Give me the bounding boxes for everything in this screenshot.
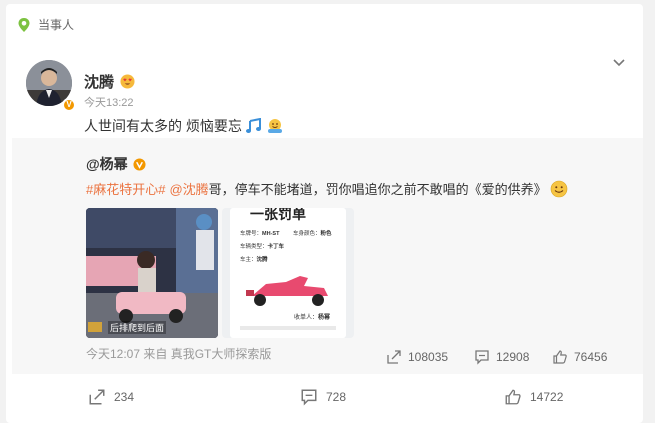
heart-eyes-emoji-icon (120, 74, 135, 89)
ticket-owner: 沈腾 (256, 257, 268, 263)
comment-icon (475, 350, 489, 365)
repost-like-button[interactable]: 76456 (552, 349, 607, 365)
ticket-color-label: 车身颜色： (292, 231, 321, 237)
hashtag-link[interactable]: #麻花特开心# (86, 179, 165, 198)
share-icon (387, 350, 401, 364)
repost-text-content: 哥，停车不能堵道，罚你唱追你之前不敢唱的《爱的供养》 (208, 182, 547, 197)
post-text: 人世间有太多的 烦恼要忘 (84, 116, 284, 136)
thumbs-up-icon (553, 350, 567, 364)
ticket-owner-label: 车主： (240, 257, 257, 263)
ticket-car-no: MH-ST (262, 231, 280, 237)
share-count: 234 (114, 390, 135, 404)
repost-comment-button[interactable]: 12908 (474, 349, 529, 365)
ticket-type: 卡丁车 (267, 244, 285, 250)
repost-author: @杨幂 (86, 154, 146, 174)
comment-icon (301, 389, 317, 406)
verified-badge-icon: V (62, 98, 76, 112)
tag-label: 当事人 (38, 18, 75, 32)
ticket-type-label: 车辆类型： (240, 244, 268, 250)
share-icon (89, 389, 105, 405)
post-text-content: 人世间有太多的 烦恼要忘 (84, 118, 242, 134)
image-thumbnail-2[interactable]: 一张罚单 车牌号：MH-ST 车身颜色：粉色 车辆类型：卡丁车 车主：沈腾 收单… (222, 208, 354, 338)
tag-bar: 当事人 (16, 16, 74, 33)
hugging-emoji-icon (267, 119, 282, 133)
thumbs-up-icon (505, 389, 521, 405)
ticket-title: 一张罚单 (250, 208, 306, 222)
comment-count: 728 (326, 390, 347, 404)
post-author: 沈腾 (84, 71, 135, 92)
author-name[interactable]: 沈腾 (84, 71, 114, 92)
kart-illustration-icon (246, 276, 328, 306)
repost-text: #麻花特开心# @沈腾 哥，停车不能堵道，罚你唱追你之前不敢唱的《爱的供养》 (86, 179, 568, 198)
post-time[interactable]: 今天13:22 (84, 94, 134, 110)
repost-share-button[interactable]: 108035 (386, 349, 448, 365)
ticket-color: 粉色 (320, 231, 332, 237)
repost-author-name[interactable]: @杨幂 (86, 154, 128, 174)
music-note-emoji-icon (245, 118, 261, 133)
smile-emoji-icon (550, 180, 567, 197)
mention-link[interactable]: @沈腾 (169, 179, 208, 198)
like-count: 14722 (530, 390, 564, 404)
location-pin-icon (18, 17, 30, 32)
repost-block[interactable]: @杨幂 #麻花特开心# @沈腾 哥，停车不能堵道，罚你唱追你之前不敢唱的《爱的供… (12, 138, 643, 374)
chevron-down-icon[interactable] (612, 58, 626, 68)
ticket-car-no-label: 车牌号： (240, 231, 263, 237)
repost-comment-count: 12908 (496, 350, 530, 364)
share-button[interactable]: 234 (88, 388, 134, 406)
image-thumbnail-1[interactable]: 后排爬到后面 (86, 208, 218, 338)
repost-like-count: 76456 (574, 350, 608, 364)
repost-meta: 今天12:07 来自 真我GT大师探索版 (86, 347, 272, 361)
comment-button[interactable]: 728 (300, 388, 346, 406)
verified-badge-icon (133, 157, 146, 171)
image-caption: 后排爬到后面 (108, 321, 167, 334)
ticket-collector-label: 收单人： (294, 315, 319, 321)
like-button[interactable]: 14722 (504, 388, 563, 406)
ticket-collector: 杨幂 (318, 315, 331, 321)
weibo-card: 当事人 V 沈腾 今天13:22 人世间有太多的 烦恼要忘 @杨幂 #麻花特开心… (6, 4, 643, 423)
repost-share-count: 108035 (408, 350, 449, 364)
